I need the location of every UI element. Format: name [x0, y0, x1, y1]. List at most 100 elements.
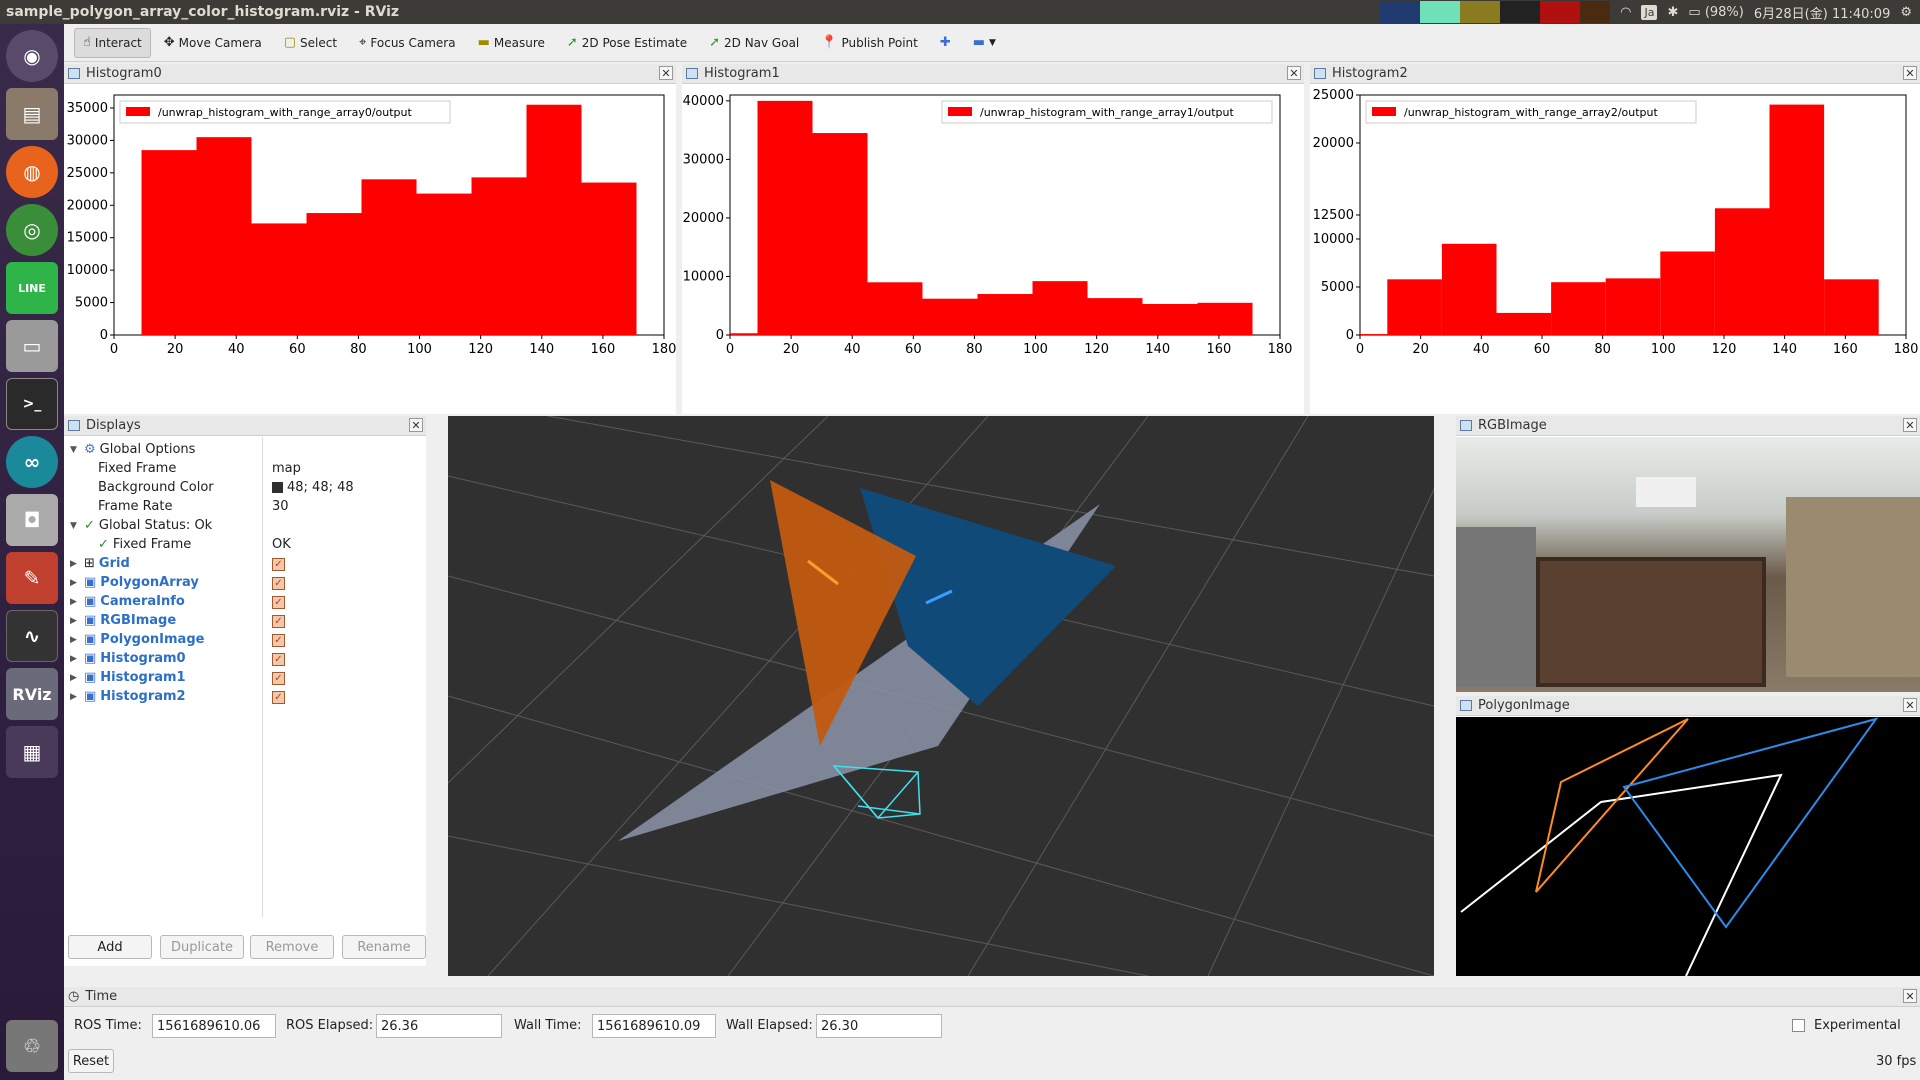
firefox-icon[interactable]: ◍ — [6, 146, 58, 198]
expand-arrow-icon[interactable]: ▶ — [70, 578, 80, 588]
expand-arrow-icon[interactable]: ▶ — [70, 597, 80, 607]
pose-estimate-tool-button[interactable]: ➚ 2D Pose Estimate — [558, 28, 696, 58]
y-tick-label: 20000 — [1313, 136, 1354, 151]
camera-app-icon[interactable]: ◘ — [6, 494, 58, 546]
tree-row-fixed-frame[interactable]: Fixed Frame map — [68, 459, 428, 478]
wall-time-field[interactable]: 1561689610.09 — [592, 1014, 716, 1038]
indicator-area: ◠ Ja ✱ ▭ (98%) 6月28日(金) 11:40:09 ⚙ — [1380, 0, 1920, 24]
ubuntu-dash-icon[interactable]: ◉ — [6, 30, 58, 82]
disk-drive-icon[interactable]: ▭ — [6, 320, 58, 372]
expand-arrow-icon[interactable]: ▶ — [70, 635, 80, 645]
expand-arrow-icon[interactable]: ▶ — [70, 692, 80, 702]
workspace-switcher-icon[interactable]: ▦ — [6, 726, 58, 778]
line-app-icon[interactable]: LINE — [6, 262, 58, 314]
frame-rate-value[interactable]: 30 — [272, 499, 289, 514]
arduino-icon[interactable]: ∞ — [6, 436, 58, 488]
select-tool-button[interactable]: ▢ Select — [275, 28, 346, 58]
enable-checkbox[interactable]: ✓ — [272, 596, 285, 609]
wifi-icon[interactable]: ◠ — [1620, 5, 1631, 20]
add-tool-button[interactable]: ✚ — [931, 28, 960, 58]
move-camera-tool-button[interactable]: ✥ Move Camera — [155, 28, 271, 58]
tree-row-global-options[interactable]: ▼ ⚙ Global Options — [68, 440, 428, 459]
enable-checkbox[interactable]: ✓ — [272, 634, 285, 647]
interact-tool-button[interactable]: ☝ Interact — [74, 27, 151, 58]
histogram-bar — [526, 104, 582, 335]
tree-row-frame-rate[interactable]: Frame Rate 30 — [68, 497, 428, 516]
fixed-frame-value[interactable]: map — [272, 461, 301, 476]
duplicate-button[interactable]: Duplicate — [160, 935, 244, 959]
remove-button[interactable]: Remove — [250, 935, 334, 959]
enable-checkbox[interactable]: ✓ — [272, 691, 285, 704]
expand-arrow-icon[interactable]: ▼ — [70, 445, 80, 455]
file-manager-icon[interactable]: ▤ — [6, 88, 58, 140]
ros-time-field[interactable]: 1561689610.06 — [152, 1014, 276, 1038]
tree-row-rgbimage[interactable]: ▶ ▣ RGBImage ✓ — [68, 611, 428, 630]
settings-gear-icon[interactable]: ⚙ — [1900, 5, 1912, 20]
unity-launcher: ◉ ▤ ◍ ◎ LINE ▭ >_ ∞ ◘ ✎ ∿ RViz ▦ ♲ — [0, 24, 64, 1080]
system-top-bar: sample_polygon_array_color_histogram.rvi… — [0, 0, 1920, 24]
close-icon[interactable]: ✕ — [1903, 989, 1917, 1003]
system-monitor-icon[interactable]: ∿ — [6, 610, 58, 662]
clock[interactable]: 6月28日(金) 11:40:09 — [1754, 3, 1890, 22]
experimental-checkbox[interactable] — [1792, 1019, 1805, 1032]
y-tick-label: 0 — [1346, 328, 1354, 343]
close-icon[interactable]: ✕ — [1903, 66, 1917, 80]
x-tick-label: 100 — [407, 342, 432, 357]
tree-row-camerainfo[interactable]: ▶ ▣ CameraInfo ✓ — [68, 592, 428, 611]
rviz-icon[interactable]: RViz — [6, 668, 58, 720]
measure-tool-button[interactable]: ▬ Measure — [469, 28, 554, 58]
add-button[interactable]: Add — [68, 935, 152, 959]
wall-elapsed-field[interactable]: 26.30 — [816, 1014, 942, 1038]
nav-goal-tool-button[interactable]: ➚ 2D Nav Goal — [700, 28, 808, 58]
tree-row-histogram2[interactable]: ▶ ▣ Histogram2 ✓ — [68, 687, 428, 706]
terminal-icon[interactable]: >_ — [6, 378, 58, 430]
histogram-bar — [922, 298, 978, 335]
battery-indicator[interactable]: ▭ (98%) — [1688, 5, 1743, 20]
enable-checkbox[interactable]: ✓ — [272, 653, 285, 666]
tree-row-fixed-frame-status[interactable]: ✓ Fixed Frame OK — [68, 535, 428, 554]
panel-window-icon: ▣ — [84, 689, 97, 704]
enable-checkbox[interactable]: ✓ — [272, 558, 285, 571]
enable-checkbox[interactable]: ✓ — [272, 672, 285, 685]
close-icon[interactable]: ✕ — [409, 418, 423, 432]
orange-polygon-edge — [1535, 718, 1689, 893]
expand-arrow-icon[interactable]: ▶ — [70, 654, 80, 664]
close-icon[interactable]: ✕ — [1287, 66, 1301, 80]
tree-row-histogram1[interactable]: ▶ ▣ Histogram1 ✓ — [68, 668, 428, 687]
histogram-bar — [416, 193, 472, 335]
y-tick-label: 20000 — [683, 211, 724, 226]
tree-row-background-color[interactable]: Background Color 48; 48; 48 — [68, 478, 428, 497]
reset-button[interactable]: Reset — [68, 1049, 114, 1073]
tree-row-grid[interactable]: ▶ ⊞ Grid ✓ — [68, 554, 428, 573]
keyboard-layout-indicator[interactable]: Ja — [1641, 4, 1658, 20]
expand-arrow-icon[interactable]: ▶ — [70, 673, 80, 683]
trash-icon[interactable]: ♲ — [6, 1020, 58, 1072]
close-icon[interactable]: ✕ — [1903, 698, 1917, 712]
tree-row-global-status[interactable]: ▼ ✓ Global Status: Ok — [68, 516, 428, 535]
tree-row-polygonarray[interactable]: ▶ ▣ PolygonArray ✓ — [68, 573, 428, 592]
settings-tools-icon[interactable]: ✎ — [6, 552, 58, 604]
rename-button[interactable]: Rename — [342, 935, 426, 959]
focus-camera-tool-button[interactable]: ⌖ Focus Camera — [350, 28, 465, 58]
expand-arrow-icon[interactable]: ▼ — [70, 521, 80, 531]
enable-checkbox[interactable]: ✓ — [272, 577, 285, 590]
expand-arrow-icon[interactable]: ▶ — [70, 616, 80, 626]
remove-tool-dropdown[interactable]: ▬ ▼ — [964, 28, 1005, 58]
enable-checkbox[interactable]: ✓ — [272, 615, 285, 628]
bluetooth-icon[interactable]: ✱ — [1667, 5, 1678, 20]
expand-arrow-icon[interactable]: ▶ — [70, 559, 80, 569]
system-monitor-graph[interactable] — [1380, 1, 1611, 23]
tree-row-histogram0[interactable]: ▶ ▣ Histogram0 ✓ — [68, 649, 428, 668]
ros-elapsed-field[interactable]: 26.36 — [376, 1014, 502, 1038]
3d-render-view[interactable] — [448, 416, 1434, 976]
close-icon[interactable]: ✕ — [659, 66, 673, 80]
rviz-window: ☝ Interact ✥ Move Camera ▢ Select ⌖ Focus Ca… — [64, 24, 1920, 1080]
tree-row-polygonimage[interactable]: ▶ ▣ PolygonImage ✓ — [68, 630, 428, 649]
chrome-icon[interactable]: ◎ — [6, 204, 58, 256]
publish-point-tool-button[interactable]: 📍 Publish Point — [812, 28, 927, 58]
3d-scene[interactable] — [448, 416, 1434, 976]
x-tick-label: 80 — [966, 342, 983, 357]
background-color-value[interactable]: 48; 48; 48 — [272, 480, 354, 495]
close-icon[interactable]: ✕ — [1903, 418, 1917, 432]
histogram-bar — [1441, 243, 1497, 335]
